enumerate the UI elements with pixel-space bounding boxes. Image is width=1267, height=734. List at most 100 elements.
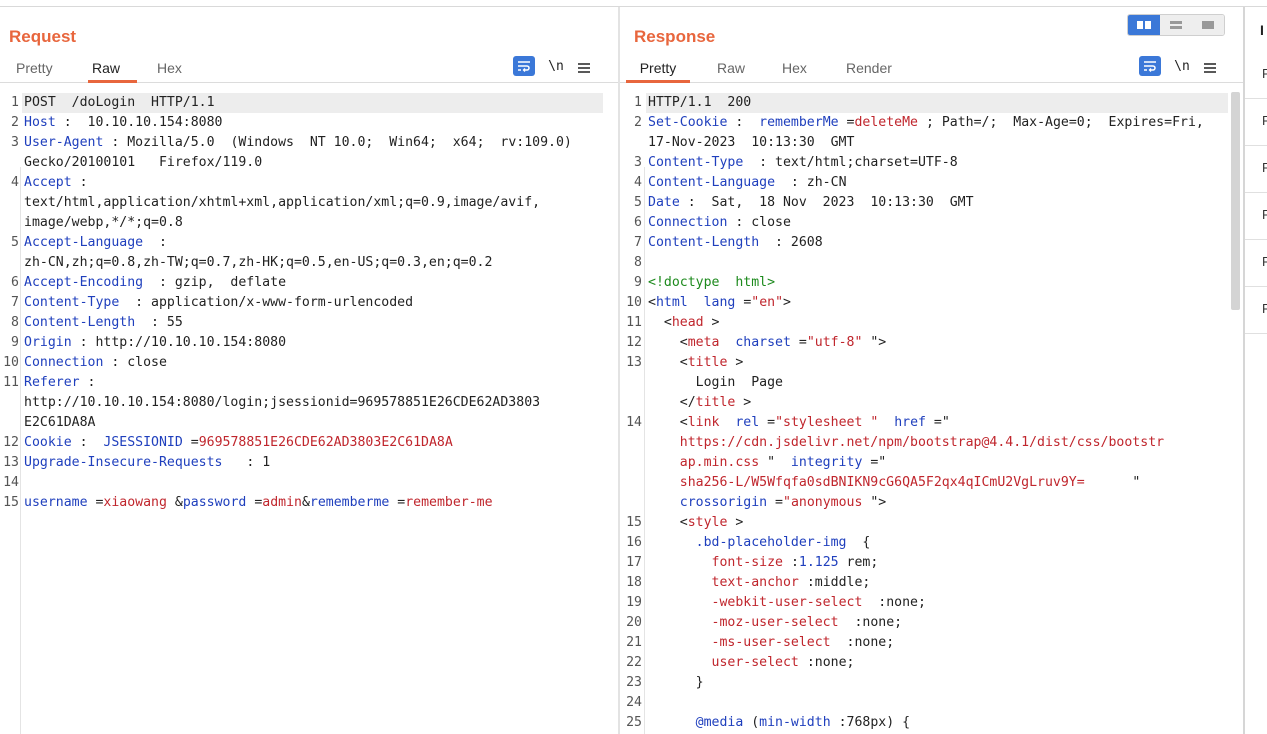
line-number: 22 [626, 655, 642, 670]
code-line[interactable]: 25 @media (min-width :768px) { [620, 713, 1243, 733]
code-token: > [783, 295, 791, 310]
code-line[interactable]: 24 [620, 693, 1243, 713]
code-line[interactable]: crossorigin ="anonymous "> [620, 493, 1243, 513]
code-line[interactable]: 7 Content-Type : application/x-www-form-u… [0, 293, 618, 313]
code-line[interactable]: E2C61DA8A [0, 413, 618, 433]
code-line[interactable]: 11 Referer : [0, 373, 618, 393]
inspector-row[interactable]: R [1245, 193, 1267, 240]
code-line[interactable]: 15 <style > [620, 513, 1243, 533]
line-number: 7 [634, 235, 642, 250]
code-line[interactable]: 16 .bd-placeholder-img { [620, 533, 1243, 553]
code-line[interactable]: 14 <link rel ="stylesheet " href =" [620, 413, 1243, 433]
code-line[interactable]: 2 Set-Cookie : rememberMe =deleteMe ; Pat… [620, 113, 1243, 133]
newline-toggle[interactable]: \n [1169, 59, 1195, 74]
code-line[interactable]: 10 <html lang ="en"> [620, 293, 1243, 313]
line-text: Content-Language : zh-CN [648, 173, 847, 193]
code-line[interactable]: 13 Upgrade-Insecure-Requests : 1 [0, 453, 618, 473]
code-line[interactable]: text/html,application/xhtml+xml,applicat… [0, 193, 618, 213]
inspector-row[interactable]: R [1245, 287, 1267, 334]
code-token: > [703, 315, 720, 330]
inspector-header[interactable]: I [1260, 22, 1264, 38]
request-editor[interactable]: 1 POST /doLogin HTTP/1.1 2 Host : 10.10.10.… [0, 87, 618, 734]
line-text: sha256-L/W5Wfqfa0sdBNIKN9cG6QA5F2qx4qICm… [648, 473, 1141, 493]
code-token: < [648, 335, 688, 350]
code-line[interactable]: 23 } [620, 673, 1243, 693]
code-line[interactable]: 17-Nov-2023 10:13:30 GMT [620, 133, 1243, 153]
code-token: Host [24, 115, 56, 130]
split-rows-icon[interactable] [1160, 15, 1192, 35]
code-line[interactable]: https://cdn.jsdelivr.net/npm/bootstrap@4… [620, 433, 1243, 453]
code-token: "stylesheet " [775, 415, 879, 430]
hamburger-menu-icon[interactable] [577, 59, 593, 73]
code-line[interactable]: image/webp,*/*;q=0.8 [0, 213, 618, 233]
code-line[interactable]: 3 Content-Type : text/html;charset=UTF-8 [620, 153, 1243, 173]
code-line[interactable]: Login Page [620, 373, 1243, 393]
split-columns-icon[interactable] [1128, 15, 1160, 35]
code-line[interactable]: sha256-L/W5Wfqfa0sdBNIKN9cG6QA5F2qx4qICm… [620, 473, 1243, 493]
code-line[interactable]: 1 HTTP/1.1 200 [620, 93, 1243, 113]
code-line[interactable]: 8 [620, 253, 1243, 273]
code-line[interactable]: 11 <head > [620, 313, 1243, 333]
code-line[interactable]: 12 Cookie : JSESSIONID =969578851E26CDE62… [0, 433, 618, 453]
code-line[interactable]: </title > [620, 393, 1243, 413]
code-line[interactable]: 9 Origin : http://10.10.10.154:8080 [0, 333, 618, 353]
code-token: : http://10.10.10.154:8080 [71, 335, 287, 350]
code-line[interactable]: 22 user-select :none; [620, 653, 1243, 673]
code-token: rememberme [309, 495, 390, 510]
code-line[interactable]: 20 -moz-user-select :none; [620, 613, 1243, 633]
code-line[interactable]: 3 User-Agent : Mozilla/5.0 (Windows NT 10… [0, 133, 618, 153]
code-line[interactable]: 12 <meta charset ="utf-8" "> [620, 333, 1243, 353]
code-token: : close [103, 355, 167, 370]
single-pane-icon[interactable] [1192, 15, 1224, 35]
inspector-row[interactable]: R [1245, 52, 1267, 99]
code-line[interactable]: http://10.10.10.154:8080/login;jsessioni… [0, 393, 618, 413]
code-line[interactable]: 5 Accept-Language : [0, 233, 618, 253]
code-line[interactable]: Gecko/20100101 Firefox/119.0 [0, 153, 618, 173]
newline-toggle[interactable]: \n [543, 59, 569, 74]
code-line[interactable]: 2 Host : 10.10.10.154:8080 [0, 113, 618, 133]
request-tab-raw[interactable]: Raw [88, 60, 137, 83]
code-line[interactable]: 7 Content-Length : 2608 [620, 233, 1243, 253]
response-tab-render[interactable]: Render [842, 60, 896, 83]
response-tab-pretty[interactable]: Pretty [626, 60, 690, 83]
hamburger-menu-icon[interactable] [1203, 59, 1219, 73]
code-line[interactable]: 10 Connection : close [0, 353, 618, 373]
code-token: = [790, 335, 807, 350]
code-line[interactable]: 21 -ms-user-select :none; [620, 633, 1243, 653]
code-line[interactable]: 6 Connection : close [620, 213, 1243, 233]
code-line[interactable]: 9 <!doctype html> [620, 273, 1243, 293]
code-line[interactable]: 4 Content-Language : zh-CN [620, 173, 1243, 193]
code-line[interactable]: 18 text-anchor :middle; [620, 573, 1243, 593]
code-line[interactable]: 1 POST /doLogin HTTP/1.1 [0, 93, 618, 113]
code-line[interactable]: 8 Content-Length : 55 [0, 313, 618, 333]
inspector-row[interactable]: R [1245, 99, 1267, 146]
code-line[interactable]: 14 [0, 473, 618, 493]
code-line[interactable]: 19 -webkit-user-select :none; [620, 593, 1243, 613]
response-tab-hex[interactable]: Hex [778, 60, 811, 83]
code-token: =" [862, 455, 887, 470]
response-scrollbar[interactable] [1231, 92, 1240, 310]
code-line[interactable]: 15 username =xiaowang &password =admin&re… [0, 493, 618, 513]
wrap-lines-icon[interactable] [1139, 56, 1161, 76]
code-line[interactable]: 6 Accept-Encoding : gzip, deflate [0, 273, 618, 293]
request-tab-hex[interactable]: Hex [153, 60, 186, 83]
response-editor[interactable]: 1 HTTP/1.1 200 2 Set-Cookie : rememberMe =d… [620, 87, 1243, 734]
code-line[interactable]: ap.min.css " integrity =" [620, 453, 1243, 473]
code-line[interactable]: 4 Accept : [0, 173, 618, 193]
code-line[interactable]: zh-CN,zh;q=0.8,zh-TW;q=0.7,zh-HK;q=0.5,e… [0, 253, 618, 273]
inspector-row[interactable]: R [1245, 146, 1267, 193]
line-number: 8 [634, 255, 642, 270]
line-text: Content-Type : application/x-www-form-ur… [24, 293, 413, 313]
request-tab-pretty[interactable]: Pretty [12, 60, 57, 83]
line-text: Origin : http://10.10.10.154:8080 [24, 333, 286, 353]
response-tab-raw[interactable]: Raw [713, 60, 749, 83]
wrap-lines-icon[interactable] [513, 56, 535, 76]
inspector-row[interactable]: R [1245, 240, 1267, 287]
code-line[interactable]: 17 font-size :1.125 rem; [620, 553, 1243, 573]
code-token: : [727, 115, 760, 130]
code-line[interactable]: 13 <title > [620, 353, 1243, 373]
line-number: 5 [11, 235, 19, 250]
code-line[interactable]: 5 Date : Sat, 18 Nov 2023 10:13:30 GMT [620, 193, 1243, 213]
code-token: Cookie [24, 435, 72, 450]
